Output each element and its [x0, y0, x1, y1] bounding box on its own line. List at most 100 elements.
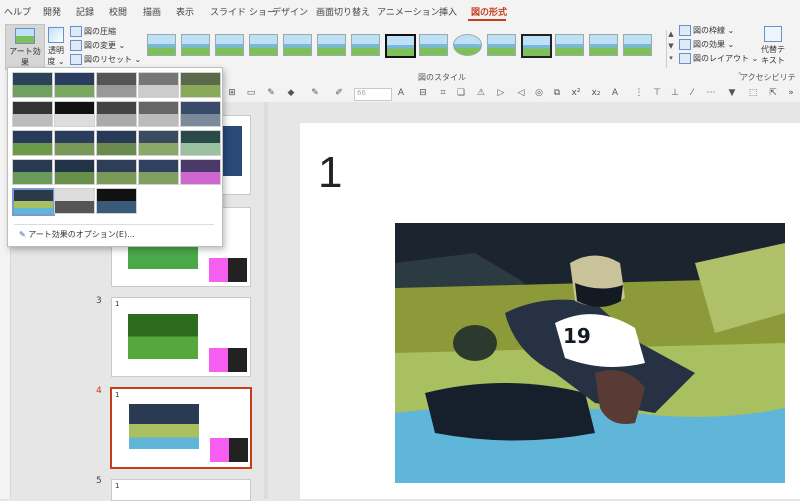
- effect-pastels-smooth[interactable]: [138, 159, 179, 185]
- effect-glow-diffused[interactable]: [138, 101, 179, 127]
- change-picture-button[interactable]: 図の変更 ⌄: [70, 40, 125, 51]
- effect-mosaic-bubbles[interactable]: [138, 130, 179, 156]
- effect-pencil-grayscale[interactable]: [96, 72, 137, 98]
- picture-style-3[interactable]: [215, 34, 244, 56]
- effect-glass[interactable]: [180, 130, 221, 156]
- reset-picture-button[interactable]: 図のリセット ⌄: [70, 54, 141, 65]
- tab-slideshow[interactable]: スライド ショー: [210, 5, 276, 18]
- tab-picture-format[interactable]: 図の形式: [471, 5, 507, 18]
- highlighter-icon[interactable]: ✐: [334, 89, 344, 98]
- align-top-icon[interactable]: ⊤: [652, 89, 662, 98]
- effect-watercolor-sponge[interactable]: [54, 130, 95, 156]
- subscript-icon[interactable]: x₂: [591, 89, 601, 98]
- effect-glow-edges[interactable]: [96, 188, 137, 214]
- tab-animations[interactable]: アニメーション: [377, 5, 440, 18]
- picture-style-9[interactable]: [419, 34, 448, 56]
- effect-crisscross-etching[interactable]: [96, 159, 137, 185]
- picture-border-button[interactable]: 図の枠線 ⌄: [679, 25, 734, 36]
- superscript-icon[interactable]: x²: [571, 89, 581, 98]
- triangle-icon[interactable]: ◁: [516, 89, 526, 98]
- effect-light-screen[interactable]: [12, 130, 53, 156]
- align-center-icon[interactable]: ⊟: [418, 89, 428, 98]
- effect-photocopy[interactable]: [54, 188, 95, 214]
- tab-help[interactable]: ヘルプ: [4, 5, 31, 18]
- picture-style-7[interactable]: [351, 34, 380, 56]
- pointer-icon[interactable]: ⇱: [768, 89, 778, 98]
- effect-marker[interactable]: [54, 72, 95, 98]
- transparency-label-2: 度 ⌄: [47, 57, 65, 66]
- crop-icon[interactable]: ⌗: [438, 89, 448, 98]
- picture-style-1[interactable]: [147, 34, 176, 56]
- effects-icon: [679, 39, 691, 50]
- effect-line-drawing[interactable]: [180, 72, 221, 98]
- art-effects-options-item[interactable]: ✎ アート効果のオプション(E)...: [19, 229, 135, 240]
- picture-effects-button[interactable]: 図の効果 ⌄: [679, 39, 734, 50]
- effect-none[interactable]: [12, 72, 53, 98]
- gallery-down-icon[interactable]: ▼: [667, 42, 675, 54]
- slide-thumb-4[interactable]: 1: [110, 387, 252, 469]
- border-icon: [679, 25, 691, 36]
- compress-pictures-button[interactable]: 図の圧縮: [70, 26, 116, 37]
- effect-blur[interactable]: [180, 101, 221, 127]
- outline-icon[interactable]: ✎: [266, 89, 276, 98]
- font-size-input[interactable]: 66: [354, 88, 392, 101]
- align-bottom-icon[interactable]: ⊥: [670, 89, 680, 98]
- effect-film-grain[interactable]: [96, 130, 137, 156]
- pen-icon[interactable]: ▼: [727, 89, 737, 98]
- text-direction-icon[interactable]: A: [610, 89, 620, 98]
- gallery-up-icon[interactable]: ▲: [667, 30, 675, 42]
- gallery-scroll[interactable]: ▲ ▼ ▾: [666, 30, 675, 68]
- warning-icon[interactable]: ⚠: [476, 89, 486, 98]
- tab-transitions[interactable]: 画面切り替え: [316, 5, 370, 18]
- overflow-icon[interactable]: »: [786, 89, 796, 98]
- slide-thumb-5[interactable]: 1: [111, 479, 251, 501]
- slide-thumb-3[interactable]: 1: [111, 297, 251, 377]
- align-icon[interactable]: ⊞: [227, 89, 237, 98]
- tab-view[interactable]: 表示: [176, 5, 194, 18]
- picture-style-11[interactable]: [487, 34, 516, 56]
- tab-draw[interactable]: 描画: [143, 5, 161, 18]
- erase-icon[interactable]: ⬚: [748, 89, 758, 98]
- distribute-icon[interactable]: ⋮: [634, 89, 644, 98]
- picture-style-2[interactable]: [181, 34, 210, 56]
- transparency-button[interactable]: 透明 度 ⌄: [45, 24, 67, 68]
- tab-record[interactable]: 記録: [76, 5, 94, 18]
- picture-layout-button[interactable]: 図のレイアウト ⌄: [679, 53, 758, 64]
- picture-style-5[interactable]: [283, 34, 312, 56]
- eyedropper-icon[interactable]: ⁄: [687, 89, 697, 98]
- effect-cutout[interactable]: [12, 188, 55, 216]
- picture-style-14[interactable]: [589, 34, 618, 56]
- pen-color-icon[interactable]: ✎: [310, 89, 320, 98]
- arrow-icon[interactable]: ▷: [496, 89, 506, 98]
- shape-icon[interactable]: ▭: [246, 89, 256, 98]
- tab-design[interactable]: デザイン: [272, 5, 308, 18]
- effect-chalk-sketch[interactable]: [12, 101, 53, 127]
- font-color-icon[interactable]: A: [396, 89, 406, 98]
- shapes-icon[interactable]: ⧉: [552, 89, 562, 98]
- football-player-image[interactable]: 19: [395, 223, 785, 483]
- group-icon[interactable]: ❏: [456, 89, 466, 98]
- picture-style-6[interactable]: [317, 34, 346, 56]
- effect-paint-strokes[interactable]: [54, 101, 95, 127]
- effect-pencil-sketch[interactable]: [138, 72, 179, 98]
- art-effects-button[interactable]: アート効果 ⌄: [5, 24, 45, 77]
- slide-title-text[interactable]: 1: [318, 148, 342, 198]
- gallery-more-icon[interactable]: ▾: [667, 54, 675, 66]
- picture-style-10[interactable]: [453, 34, 482, 56]
- effect-cement[interactable]: [12, 159, 53, 185]
- alt-text-button[interactable]: 代替テ キスト: [755, 26, 791, 66]
- picture-style-8[interactable]: [385, 34, 416, 58]
- picture-style-4[interactable]: [249, 34, 278, 56]
- more-icon[interactable]: ⋯: [706, 89, 716, 98]
- tab-review[interactable]: 校閲: [109, 5, 127, 18]
- fill-color-icon[interactable]: ◆: [286, 89, 296, 98]
- tab-insert[interactable]: 挿入: [439, 5, 457, 18]
- tab-developer[interactable]: 開発: [43, 5, 61, 18]
- rotate-icon[interactable]: ◎: [534, 89, 544, 98]
- effect-paint-brush[interactable]: [96, 101, 137, 127]
- picture-style-13[interactable]: [555, 34, 584, 56]
- picture-style-12[interactable]: [521, 34, 552, 58]
- picture-style-15[interactable]: [623, 34, 652, 56]
- effect-texturizer[interactable]: [54, 159, 95, 185]
- effect-plastic-wrap[interactable]: [180, 159, 221, 185]
